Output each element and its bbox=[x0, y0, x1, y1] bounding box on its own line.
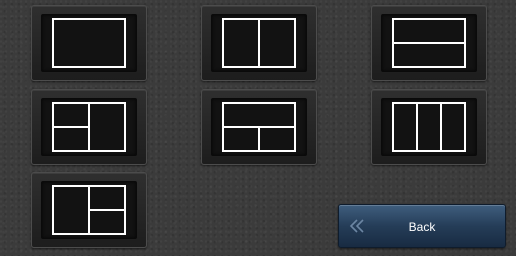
back-button-label: Back bbox=[408, 220, 436, 234]
button-face bbox=[211, 14, 307, 72]
layout-right-split-button[interactable] bbox=[31, 172, 147, 248]
layout-left-split-icon bbox=[52, 102, 126, 152]
layout-two-columns-button[interactable] bbox=[201, 5, 317, 81]
layout-three-columns-icon bbox=[392, 102, 466, 152]
button-face bbox=[41, 14, 137, 72]
back-button[interactable]: Back bbox=[338, 204, 506, 248]
layout-single-icon bbox=[52, 18, 126, 68]
layout-three-columns-button[interactable] bbox=[371, 89, 487, 165]
button-face bbox=[41, 181, 137, 239]
button-face bbox=[381, 98, 477, 156]
button-face bbox=[381, 14, 477, 72]
layout-bottom-split-icon bbox=[222, 102, 296, 152]
layout-bottom-split-button[interactable] bbox=[201, 89, 317, 165]
layout-left-split-button[interactable] bbox=[31, 89, 147, 165]
layout-two-columns-icon bbox=[222, 18, 296, 68]
layout-single-button[interactable] bbox=[31, 5, 147, 81]
layout-two-rows-icon bbox=[392, 18, 466, 68]
button-face bbox=[41, 98, 137, 156]
layout-two-rows-button[interactable] bbox=[371, 5, 487, 81]
button-face bbox=[211, 98, 307, 156]
layout-right-split-icon bbox=[52, 185, 126, 235]
